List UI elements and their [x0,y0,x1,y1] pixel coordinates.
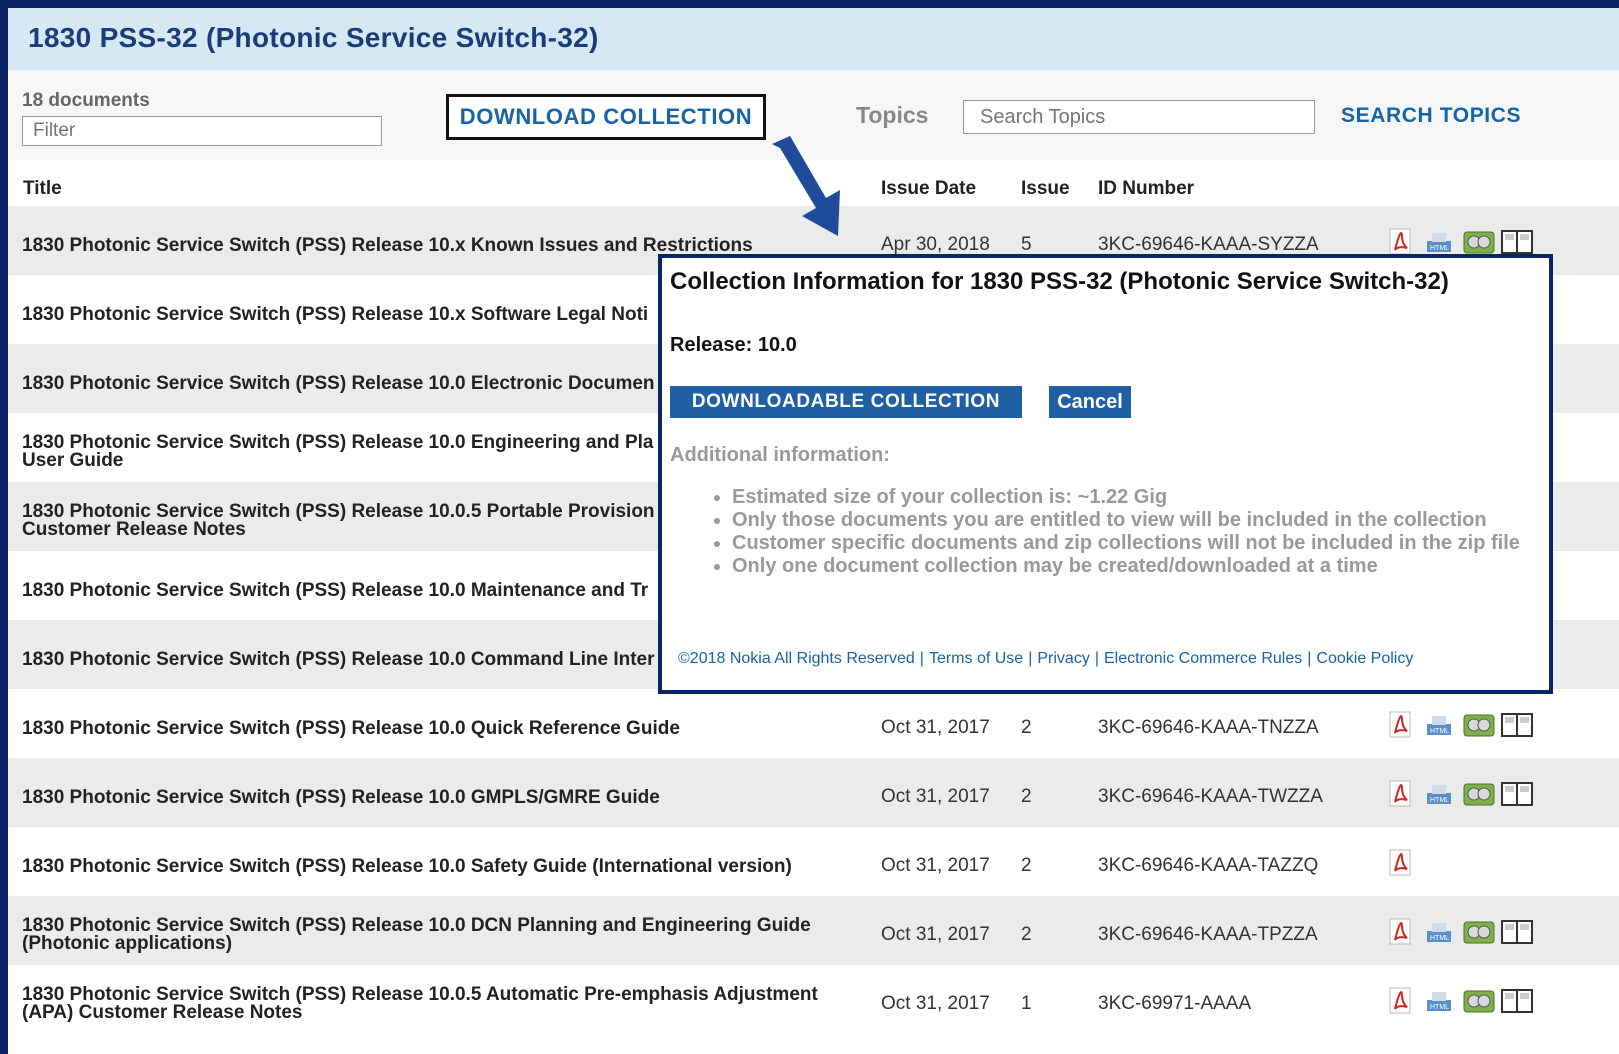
document-count: 18 documents [22,90,150,111]
format-icons: HTML [1386,987,1533,1014]
copyright-link[interactable]: ©2018 Nokia All Rights Reserved [678,650,915,667]
format-icons: HTML [1386,228,1533,255]
terms-link[interactable]: Terms of Use [929,650,1023,667]
topics-label: Topics [856,102,929,128]
html-icon[interactable]: HTML [1424,918,1454,944]
pdf-icon[interactable] [1386,711,1416,738]
column-header-id-number[interactable]: ID Number [1098,178,1194,200]
pdf-icon[interactable] [1386,849,1416,876]
zip-icon[interactable] [1462,711,1495,737]
html-icon[interactable]: HTML [1424,228,1454,254]
pdf-icon[interactable] [1386,987,1416,1014]
search-topics-input[interactable] [963,100,1315,134]
id-number-cell: 3KC-69971-AAAA [1098,993,1252,1014]
zip-icon[interactable] [1462,987,1495,1013]
privacy-link[interactable]: Privacy [1037,650,1089,667]
page-header: 1830 PSS-32 (Photonic Service Switch-32) [8,8,1619,70]
book-icon[interactable] [1500,918,1533,944]
modal-title: Collection Information for 1830 PSS-32 (… [670,268,1449,295]
issue-date-cell: Oct 31, 2017 [881,924,990,945]
column-header-issue[interactable]: Issue [1021,178,1070,200]
title-line: (Photonic applications) [22,933,233,954]
svg-text:HTML: HTML [1430,797,1449,804]
page-frame: 1830 PSS-32 (Photonic Service Switch-32)… [8,8,1619,1054]
column-header-title[interactable]: Title [23,178,62,200]
id-number-cell: 3KC-69646-KAAA-SYZZA [1098,234,1319,255]
format-icons: HTML [1386,780,1533,807]
id-number-cell: 3KC-69646-KAAA-TPZZA [1098,924,1318,945]
book-icon[interactable] [1500,228,1533,254]
column-header-issue-date[interactable]: Issue Date [881,178,976,200]
document-title-link[interactable]: 1830 Photonic Service Switch (PSS) Relea… [22,235,842,256]
table-row: 1830 Photonic Service Switch (PSS) Relea… [8,758,1619,827]
table-row: 1830 Photonic Service Switch (PSS) Relea… [8,965,1619,1034]
id-number-cell: 3KC-69646-KAAA-TWZZA [1098,786,1323,807]
pdf-icon[interactable] [1386,918,1416,945]
filter-input[interactable] [22,116,382,146]
ecommerce-link[interactable]: Electronic Commerce Rules [1104,650,1302,667]
document-title-link[interactable]: 1830 Photonic Service Switch (PSS) Relea… [22,985,842,1023]
pdf-icon[interactable] [1386,228,1416,255]
book-icon[interactable] [1500,780,1533,806]
title-line: 1830 Photonic Service Switch (PSS) Relea… [22,235,753,256]
svg-text:HTML: HTML [1430,1004,1449,1011]
info-bullet: Customer specific documents and zip coll… [732,532,1520,555]
id-number-cell: 3KC-69646-KAAA-TNZZA [1098,717,1319,738]
zip-icon[interactable] [1462,228,1495,254]
title-line: (APA) Customer Release Notes [22,1002,303,1023]
pdf-icon[interactable] [1386,780,1416,807]
title-line: 1830 Photonic Service Switch (PSS) Relea… [22,856,792,877]
format-icons [1386,849,1416,876]
html-icon[interactable]: HTML [1424,711,1454,737]
document-title-link[interactable]: 1830 Photonic Service Switch (PSS) Relea… [22,856,842,877]
search-topics-button[interactable]: SEARCH TOPICS [1341,104,1521,128]
table-row: 1830 Photonic Service Switch (PSS) Relea… [8,896,1619,965]
issue-cell: 2 [1021,924,1032,945]
format-icons: HTML [1386,918,1533,945]
book-icon[interactable] [1500,987,1533,1013]
book-icon[interactable] [1500,711,1533,737]
title-line: 1830 Photonic Service Switch (PSS) Relea… [22,787,660,808]
table-row: 1830 Photonic Service Switch (PSS) Relea… [8,689,1619,758]
issue-cell: 2 [1021,855,1032,876]
issue-cell: 2 [1021,786,1032,807]
additional-info-list: Estimated size of your collection is: ~1… [712,464,1520,578]
svg-text:HTML: HTML [1430,935,1449,942]
modal-footer: ©2018 Nokia All Rights Reserved | Terms of… [678,650,1414,667]
html-icon[interactable]: HTML [1424,987,1454,1013]
info-bullet: Estimated size of your collection is: ~1… [732,486,1520,509]
page-title: 1830 PSS-32 (Photonic Service Switch-32) [28,22,599,53]
document-title-link[interactable]: 1830 Photonic Service Switch (PSS) Relea… [22,787,842,808]
format-icons: HTML [1386,711,1533,738]
html-icon[interactable]: HTML [1424,780,1454,806]
arrow-pointer-icon [772,136,840,236]
release-label: Release: 10.0 [670,334,797,356]
issue-date-cell: Apr 30, 2018 [881,234,990,255]
cookie-policy-link[interactable]: Cookie Policy [1316,650,1413,667]
issue-cell: 1 [1021,993,1032,1014]
svg-text:HTML: HTML [1430,245,1449,252]
id-number-cell: 3KC-69646-KAAA-TAZZQ [1098,855,1319,876]
zip-icon[interactable] [1462,780,1495,806]
issue-date-cell: Oct 31, 2017 [881,786,990,807]
table-row: 1830 Photonic Service Switch (PSS) Relea… [8,827,1619,896]
issue-date-cell: Oct 31, 2017 [881,993,990,1014]
downloadable-collection-button[interactable]: DOWNLOADABLE COLLECTION [670,386,1022,418]
zip-icon[interactable] [1462,918,1495,944]
cancel-button[interactable]: Cancel [1049,386,1131,418]
issue-cell: 2 [1021,717,1032,738]
issue-date-cell: Oct 31, 2017 [881,717,990,738]
document-title-link[interactable]: 1830 Photonic Service Switch (PSS) Relea… [22,916,842,954]
info-bullet: Only one document collection may be crea… [732,555,1520,578]
document-title-link[interactable]: 1830 Photonic Service Switch (PSS) Relea… [22,718,842,739]
download-collection-button[interactable]: DOWNLOAD COLLECTION [446,94,766,140]
collection-info-modal: Collection Information for 1830 PSS-32 (… [658,254,1553,694]
info-bullet: Only those documents you are entitled to… [732,509,1520,532]
svg-text:HTML: HTML [1430,728,1449,735]
issue-date-cell: Oct 31, 2017 [881,855,990,876]
issue-cell: 5 [1021,234,1032,255]
title-line: 1830 Photonic Service Switch (PSS) Relea… [22,718,680,739]
